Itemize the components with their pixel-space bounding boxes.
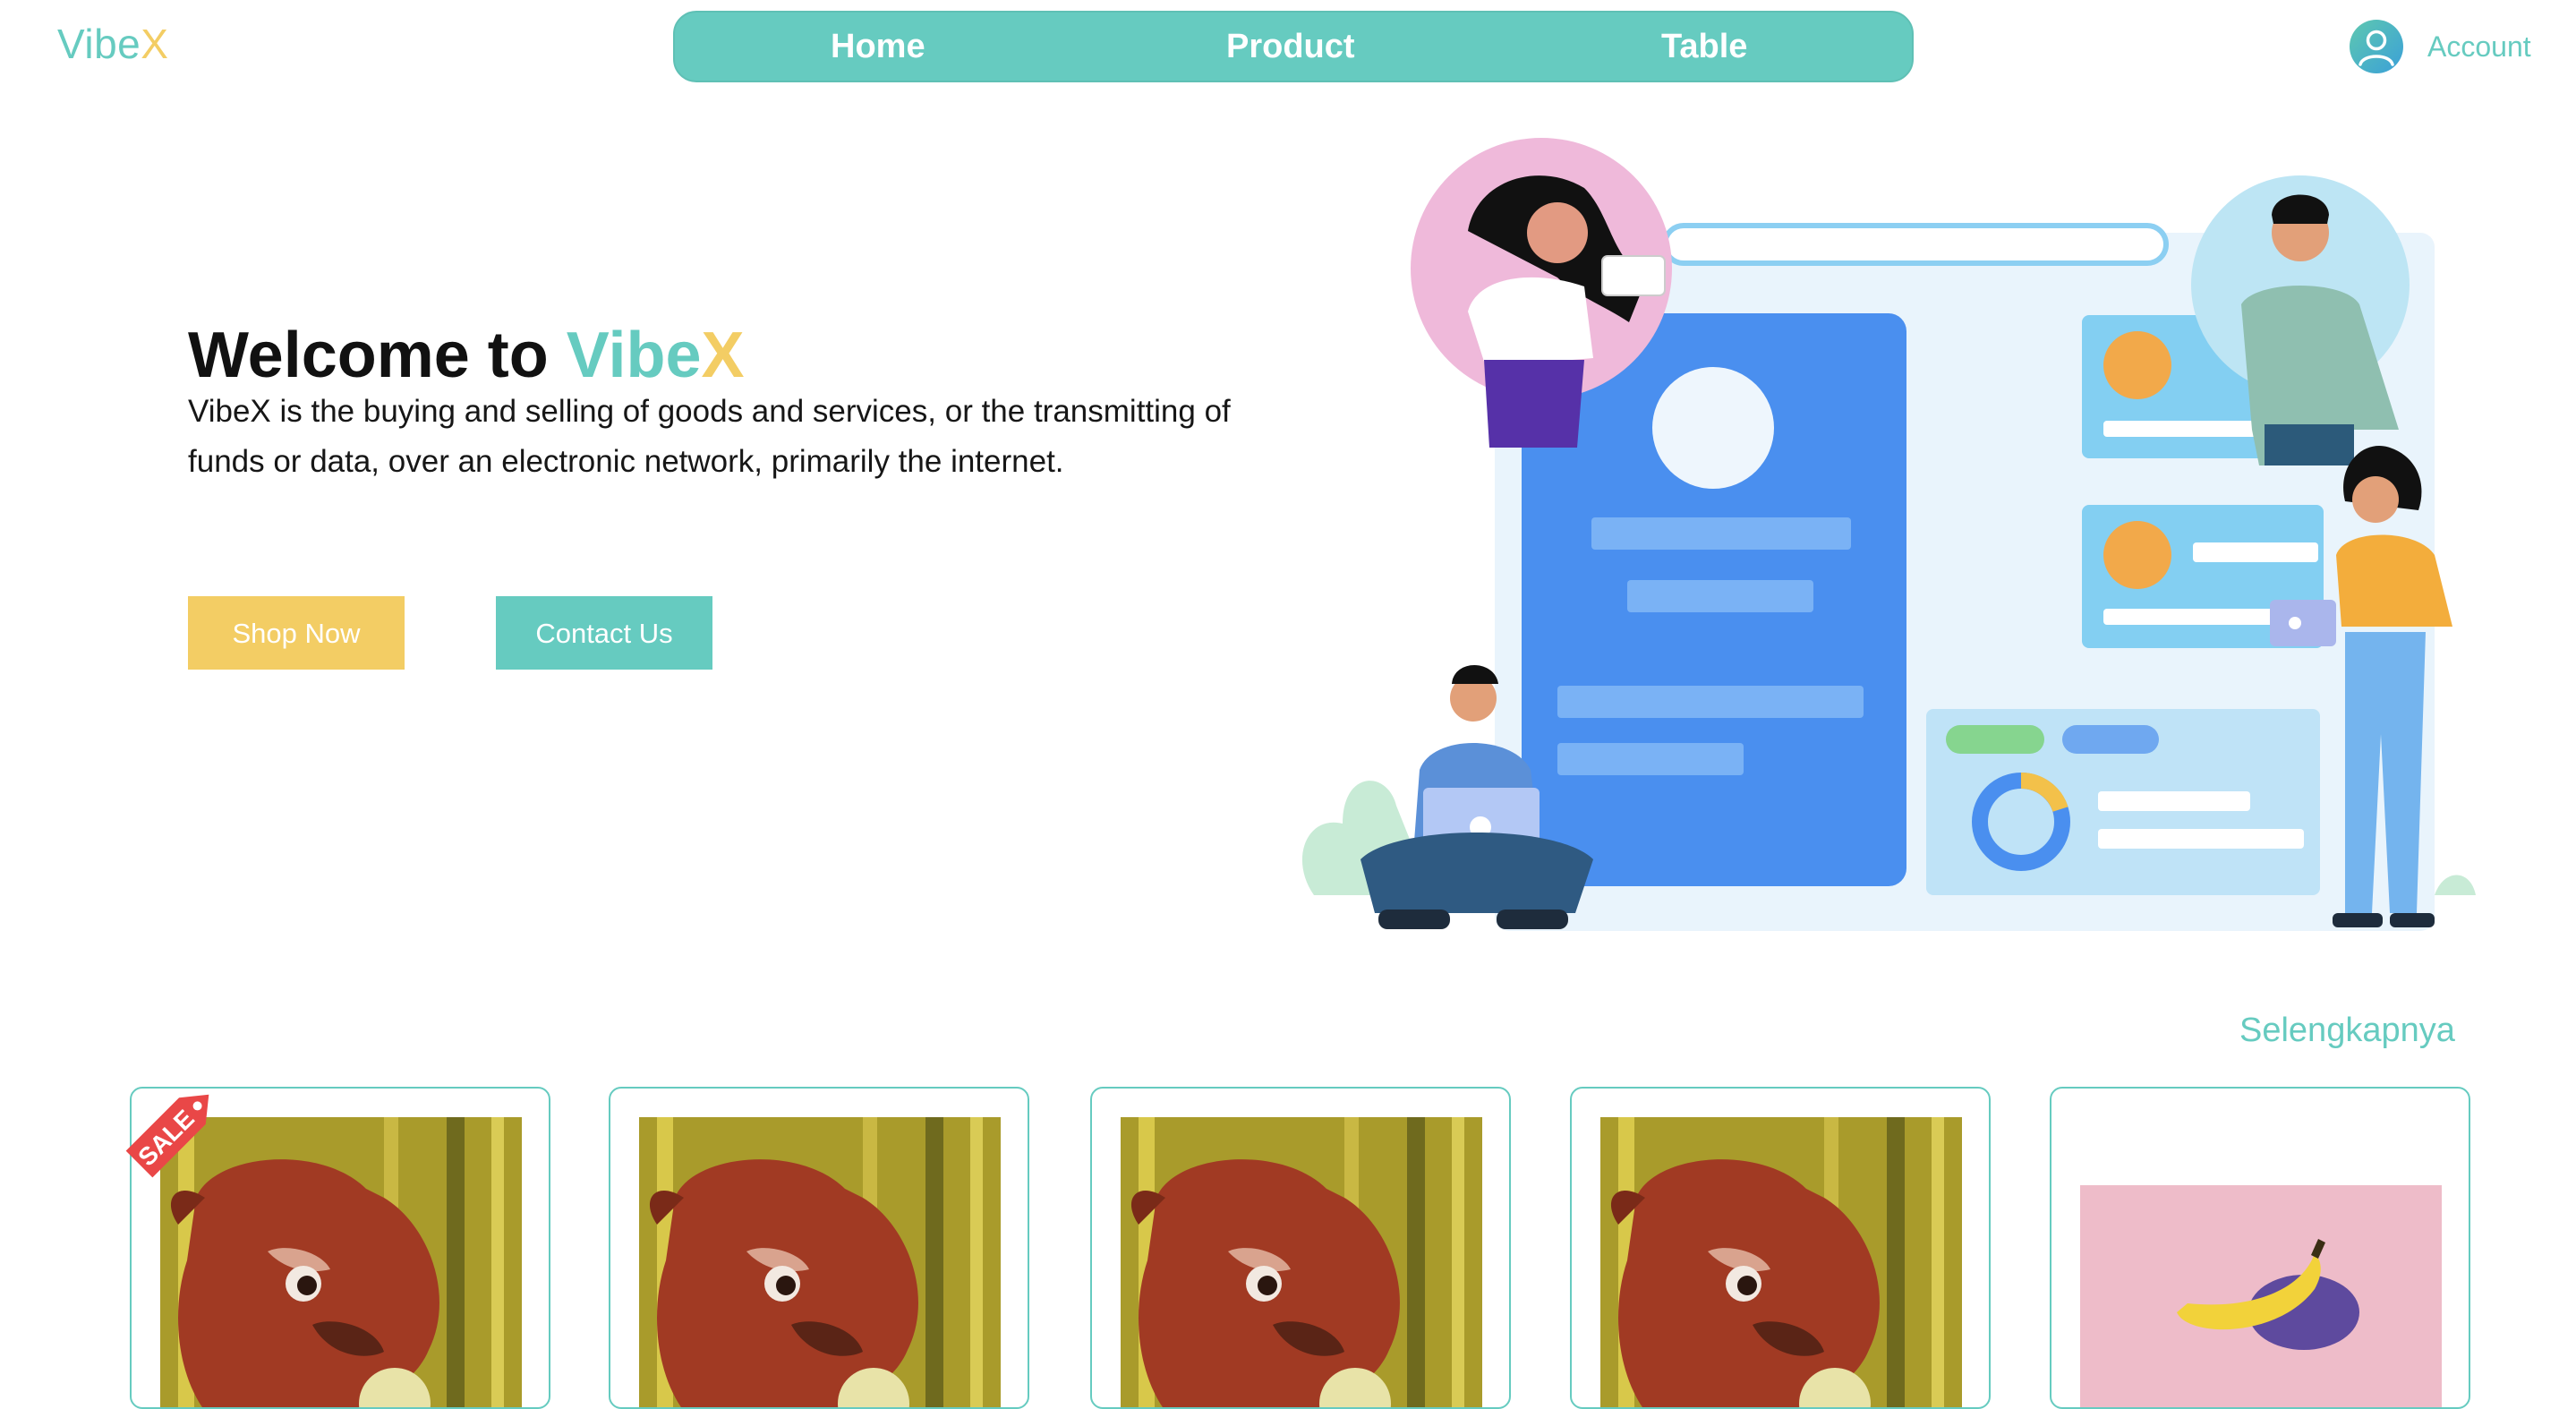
hero-title-brand-part-1: Vibe bbox=[566, 320, 702, 391]
product-card[interactable] bbox=[1090, 1087, 1511, 1409]
product-card[interactable] bbox=[2050, 1087, 2470, 1409]
product-card[interactable] bbox=[1570, 1087, 1991, 1409]
nav-home-link[interactable]: Home bbox=[831, 13, 925, 81]
hero-illustration bbox=[1301, 138, 2476, 931]
hero-title-brand-part-2: X bbox=[701, 320, 745, 391]
logo[interactable]: VibeX bbox=[57, 20, 168, 68]
product-image bbox=[1600, 1117, 1962, 1407]
account-label: Account bbox=[2427, 30, 2531, 63]
logo-part-2: X bbox=[141, 21, 169, 67]
shop-now-button[interactable]: Shop Now bbox=[188, 596, 405, 670]
nav-product-link[interactable]: Product bbox=[1226, 13, 1355, 81]
contact-us-button[interactable]: Contact Us bbox=[496, 596, 712, 670]
product-card[interactable] bbox=[609, 1087, 1029, 1409]
hero-description: VibeX is the buying and selling of goods… bbox=[188, 394, 1231, 479]
nav-table-link[interactable]: Table bbox=[1661, 13, 1747, 81]
see-more-link[interactable]: Selengkapnya bbox=[2239, 1012, 2455, 1050]
main-nav: Home Product Table bbox=[673, 11, 1914, 82]
product-image bbox=[1121, 1117, 1482, 1407]
hero-title: Welcome to VibeX bbox=[188, 319, 745, 392]
user-icon bbox=[2350, 20, 2403, 73]
logo-part-1: Vibe bbox=[57, 21, 141, 67]
banana-image bbox=[2080, 1185, 2442, 1407]
hero-title-prefix: Welcome to bbox=[188, 320, 549, 391]
product-image bbox=[639, 1117, 1001, 1407]
sale-tag: SALE bbox=[125, 1094, 209, 1178]
account-button[interactable]: Account bbox=[2349, 18, 2531, 75]
hero-title-brand: VibeX bbox=[567, 320, 745, 391]
